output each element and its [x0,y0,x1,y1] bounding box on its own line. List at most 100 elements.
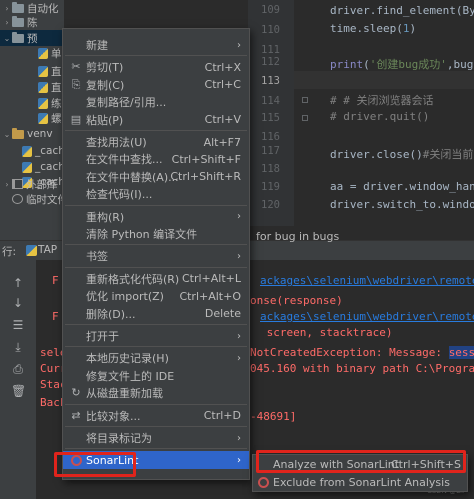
chevron-right-icon[interactable]: › [2,18,12,27]
tree-item[interactable]: 临时文件和 [0,191,64,207]
print-icon[interactable]: ⎙ [11,362,25,376]
python-file-icon [38,81,48,93]
console-text: -48691] [250,410,297,423]
menu-item[interactable]: 新建 › [63,36,249,54]
console-text[interactable]: ackages\selenium\webdriver\remote\we [260,274,474,287]
menu-item-shortcut: Ctrl+X [204,60,241,74]
console-line-prefix: F [52,274,59,287]
python-file-icon [22,161,32,173]
tree-item-label: 直 [51,81,62,94]
menu-item[interactable]: 重构(R) › [63,208,249,226]
menu-item[interactable]: ↻ 从磁盘重新加载 [63,384,249,402]
code-editor[interactable]: driver.find_element(By time.sleep(1) print… [294,0,474,226]
arrow-down-icon[interactable]: ↓ [11,296,25,310]
code-token: '创建bug成功' [369,58,447,71]
menu-item[interactable]: 本地历史记录(H) › [63,349,249,367]
python-icon [26,245,37,256]
chevron-down-icon[interactable]: ⌄ [2,34,12,43]
tree-item[interactable]: 螺 [0,110,62,126]
tree-item[interactable]: 直 [0,79,62,95]
menu-item[interactable]: 在文件中查找... Ctrl+Shift+F [63,150,249,168]
code-line[interactable]: aa = driver.window_hand [330,180,474,193]
menu-item-label: Exclude from SonarLint Analysis [273,476,450,489]
menu-item-label: 粘贴(P) [86,113,124,127]
menu-item[interactable]: 在文件中替换(A)... Ctrl+Shift+R [63,168,249,186]
menu-item-label: 打开于 [86,330,119,343]
menu-item[interactable]: ⇄ 比较对象... Ctrl+D [63,407,249,425]
console-line: -48691] [250,410,296,423]
menu-item-label: 复制(C) [86,78,125,92]
code-line[interactable]: # # 关闭浏览器会话 [330,92,434,108]
menu-item[interactable]: ✂ 剪切(T) Ctrl+X [63,58,249,76]
reload-icon: ↻ [71,386,81,400]
menu-separator [65,403,247,405]
scroll-end-icon[interactable]: ⤓ [11,340,25,354]
chevron-right-icon[interactable]: › [2,180,12,189]
line-number: 117 [261,145,280,157]
tree-item[interactable]: › 外部库 [0,176,57,192]
menu-item[interactable]: 重新格式化代码(R) Ctrl+Alt+L [63,270,249,288]
menu-item-shortcut: Ctrl+Shift+R [170,170,241,184]
line-number: 111 [261,44,280,56]
menu-item[interactable]: 查找用法(U) Alt+F7 [63,133,249,151]
tree-item-label: _cach [35,161,64,173]
chevron-right-icon: › [237,39,241,51]
code-line[interactable]: time.sleep(1) [330,22,416,35]
menu-item[interactable]: SonarLint › [63,451,249,470]
menu-item-shortcut: Ctrl+Alt+L [181,272,241,286]
code-token: ,bug) [446,58,474,71]
menu-item[interactable]: ▤ 粘贴(P) Ctrl+V [63,111,249,129]
chevron-right-icon: › [237,250,241,262]
menu-item[interactable]: 清除 Python 编译文件 [63,225,249,243]
tree-item[interactable]: ⌄ 预 [0,30,64,46]
menu-item[interactable]: 检查代码(I)... [63,185,249,203]
run-tab[interactable]: TAP [38,244,57,256]
menu-item[interactable]: 将目录标记为 › [63,429,249,447]
tree-item[interactable]: › 陈 [0,14,38,30]
tree-item[interactable]: ⌄ venv [0,126,53,142]
chevron-down-icon[interactable]: ⌄ [2,130,12,139]
tree-item[interactable]: 单 [0,45,62,61]
editor-gutter: 109 110 111 112 113 114 115 116 117 118 119 120 [248,0,294,226]
menu-item-shortcut: Alt+F7 [203,135,241,149]
menu-item-shortcut: Ctrl+Alt+O [179,289,241,303]
code-line[interactable]: print('创建bug成功',bug) [330,56,474,72]
arrow-up-icon[interactable]: ↑ [11,276,25,290]
tree-item[interactable]: _cach [0,143,64,159]
code-line[interactable]: # driver.quit() [330,110,429,123]
trash-icon[interactable]: 🗑 [11,384,26,398]
line-number: 110 [261,24,280,36]
code-line[interactable]: driver.close()#关闭当前窗 [330,146,474,162]
menu-item[interactable]: 优化 import(Z) Ctrl+Alt+O [63,287,249,305]
menu-item[interactable]: ⎘ 复制(C) Ctrl+C [63,76,249,94]
menu-item-label: 将目录标记为 [86,432,152,445]
menu-item-label: 修复文件上的 IDE [86,369,175,383]
menu-item-label: 在文件中查找... [86,153,163,167]
chevron-right-icon: › [237,432,241,444]
code-token: time.sleep( [330,22,403,35]
code-token: # driver.quit() [330,110,430,123]
menu-item[interactable]: 复制路径/引用... [63,93,249,111]
wrap-icon[interactable]: ☰ [11,318,25,332]
menu-item[interactable]: 删除(D)... Delete [63,305,249,323]
menu-item-shortcut: Ctrl+V [204,113,241,127]
chevron-right-icon[interactable]: › [2,4,12,13]
tree-item[interactable]: 练 [0,95,62,111]
tree-item[interactable]: 直 [0,63,62,79]
code-line[interactable]: driver.find_element(By [330,4,474,17]
tree-item-label: 练 [51,97,62,110]
menu-item[interactable]: 书签 › [63,247,249,265]
exclude-from-sonarlint-item[interactable]: Exclude from SonarLint Analysis [253,474,467,492]
code-line[interactable]: driver.switch_to.window [330,198,474,211]
chevron-right-icon: › [237,454,241,466]
console-text[interactable]: ackages\selenium\webdriver\remote\we [260,310,474,323]
menu-item[interactable]: 修复文件上的 IDE [63,367,249,385]
fold-icon[interactable] [302,97,308,103]
editor-breadcrumb[interactable]: for bug in bugs [256,230,339,243]
tree-item[interactable]: _cach [0,159,64,175]
menu-item[interactable]: 打开于 › [63,327,249,345]
menu-item-label: 清除 Python 编译文件 [86,228,198,241]
analyze-with-sonarlint-item[interactable]: Analyze with SonarLint Ctrl+Shift+S [253,456,467,474]
fold-icon[interactable] [302,115,308,121]
line-number: 112 [261,56,280,68]
